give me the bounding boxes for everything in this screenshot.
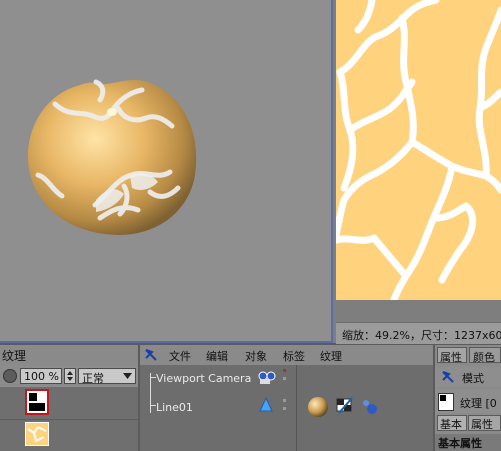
chevron-down-icon <box>123 373 132 379</box>
arrows-icon[interactable] <box>144 348 158 362</box>
zoom-size-readout: 缩放：49.2%，尺寸：1237x600 <box>342 329 501 342</box>
crack-thumb-icon <box>27 426 47 443</box>
attributes-tabs: 属性 颜色 <box>435 345 501 365</box>
spline-icon[interactable] <box>258 397 274 415</box>
object-name-line01[interactable]: Line01 <box>156 401 193 414</box>
blend-mode-value: 正常 <box>82 372 104 385</box>
camera-tag-icon[interactable] <box>257 370 277 386</box>
render-dot-icon[interactable] <box>283 407 286 410</box>
opacity-stepper[interactable] <box>64 368 76 384</box>
layers-panel: 纹理 100 % 正常 <box>0 345 138 451</box>
section-header: 基本属性 <box>435 434 501 451</box>
tab-color[interactable]: 颜色 <box>469 347 501 364</box>
attributes-panel: 属性 颜色 模式 纹理 [0 基本 属性 基本属性 <box>435 345 501 451</box>
object-name-viewport-camera[interactable]: Viewport Camera <box>156 372 251 385</box>
texture-tag-row: 纹理 [0 <box>435 389 501 413</box>
menu-object[interactable]: 对象 <box>245 348 267 364</box>
texture-status-bar: 缩放：49.2%，尺寸：1237x600 <box>336 322 501 344</box>
phong-tag-icon[interactable] <box>360 397 380 415</box>
layer-options-row: 100 % 正常 <box>0 365 138 387</box>
visibility-dot-icon[interactable] <box>283 399 286 402</box>
arrows-icon[interactable] <box>441 370 455 384</box>
uvw-tag-icon[interactable] <box>334 395 356 417</box>
section-title: 基本属性 <box>438 437 482 450</box>
sub-tabs: 基本 属性 <box>435 415 501 432</box>
layers-title: 纹理 <box>2 349 27 363</box>
layer-row[interactable] <box>0 387 138 420</box>
stepper-arrows-icon <box>67 371 73 381</box>
menu-edit[interactable]: 编辑 <box>206 348 228 364</box>
opacity-value: 100 % <box>24 370 59 383</box>
tab-basic[interactable]: 基本 <box>437 415 467 431</box>
texture-thumb-icon <box>25 422 49 446</box>
visibility-dot-icon[interactable] <box>283 369 286 372</box>
apple-render <box>27 79 197 235</box>
tab-attributes[interactable]: 属性 <box>437 347 467 364</box>
menu-tags[interactable]: 标签 <box>283 348 305 364</box>
layer-toggle-icon[interactable] <box>3 369 17 383</box>
blend-mode-select[interactable]: 正常 <box>78 368 136 385</box>
object-list: Viewport Camera Line01 <box>140 365 433 451</box>
texture-tag-icon <box>438 393 454 411</box>
layers-header: 纹理 <box>0 345 138 366</box>
tab-properties[interactable]: 属性 <box>468 415 501 431</box>
3d-viewport[interactable] <box>0 0 333 343</box>
render-dot-icon[interactable] <box>283 377 286 380</box>
menu-texture[interactable]: 纹理 <box>320 348 342 364</box>
mode-menu[interactable]: 模式 <box>462 370 484 386</box>
menu-file[interactable]: 文件 <box>169 348 191 364</box>
layer-thumb-icon <box>25 389 49 415</box>
object-manager: 文件 编辑 对象 标签 纹理 Viewport Camera Line01 <box>140 345 433 451</box>
object-manager-menubar: 文件 编辑 对象 标签 纹理 <box>140 345 433 366</box>
texture-tag-label: 纹理 [0 <box>460 397 497 410</box>
mode-row: 模式 <box>435 367 501 387</box>
texture-canvas[interactable] <box>332 0 501 304</box>
opacity-field[interactable]: 100 % <box>20 368 62 384</box>
material-tag-icon[interactable] <box>306 395 330 419</box>
crack-texture <box>332 0 501 304</box>
layer-row[interactable] <box>0 420 138 451</box>
